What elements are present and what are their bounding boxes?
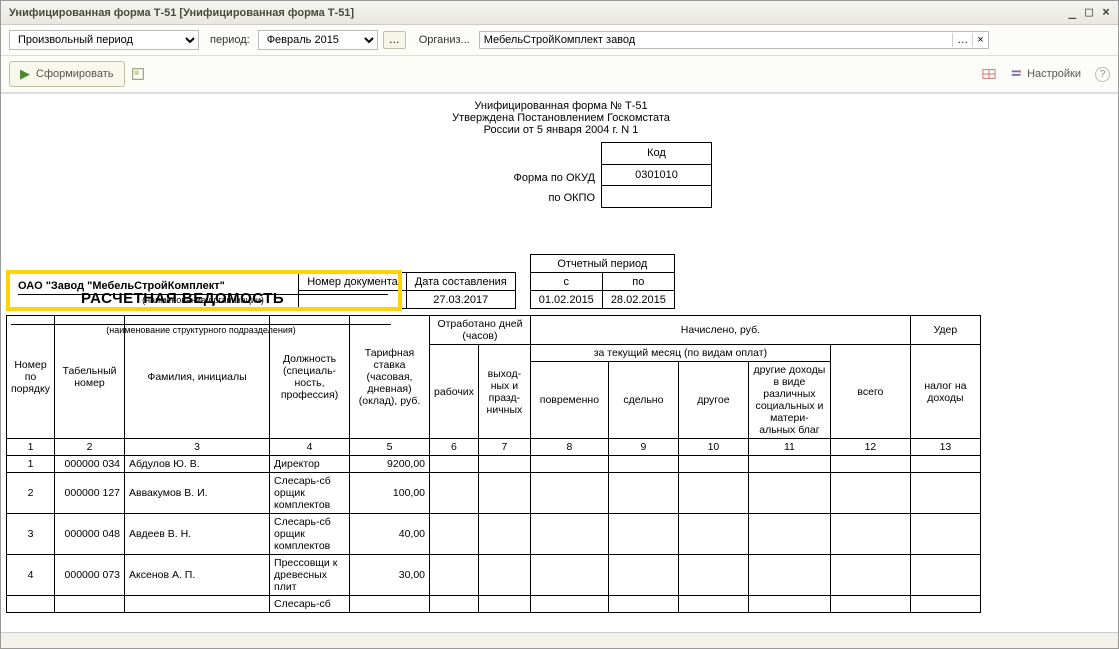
app-window: Унифицированная форма Т-51 [Унифицирован…	[0, 0, 1119, 649]
struct-subdiv-label: (наименование структурного подразделения…	[11, 324, 391, 335]
org-block: ОАО "Завод "МебельСтройКомплект" (наимен…	[6, 270, 402, 335]
generate-button[interactable]: ▶ Сформировать	[9, 61, 125, 87]
window-controls: _ □ ×	[1062, 5, 1110, 20]
payroll-table: Номер по порядку Табельный номер Фамилия…	[6, 315, 981, 613]
settings-icon	[1010, 67, 1024, 81]
settings-link[interactable]: Настройки	[1010, 67, 1081, 81]
org-field[interactable]: … ×	[479, 31, 989, 49]
org-highlight: ОАО "Завод "МебельСтройКомплект" (наимен…	[6, 270, 402, 311]
table-row[interactable]: 3000000 048Авдеев В. Н.Слесарь-сб орщик …	[7, 514, 981, 555]
restore-button[interactable]: □	[1085, 5, 1093, 20]
titlebar: Унифицированная форма Т-51 [Унифицирован…	[1, 1, 1118, 25]
table-row[interactable]: 2000000 127Аввакумов В. И.Слесарь-сб орщ…	[7, 473, 981, 514]
period-picker-button[interactable]: …	[383, 31, 406, 49]
help-button[interactable]: ?	[1095, 67, 1110, 82]
table-row[interactable]: Слесарь-сб	[7, 596, 981, 613]
table-row[interactable]: 4000000 073Аксенов А. П.Прессовщи к древ…	[7, 555, 981, 596]
report-viewport[interactable]: Унифицированная форма № Т-51 Утверждена …	[1, 93, 1118, 632]
org-clear-button[interactable]: ×	[972, 33, 987, 47]
table-icon	[982, 67, 996, 81]
filter-toolbar: Произвольный период период: Февраль 2015…	[1, 25, 1118, 56]
table-row[interactable]: 1000000 034Абдулов Ю. В.Директор9200,00	[7, 456, 981, 473]
org-label: Организ...	[419, 34, 470, 46]
period-type-select[interactable]: Произвольный период	[9, 30, 199, 50]
okud-block: Форма по ОКУД по ОКПО Код 0301010	[421, 142, 1118, 208]
period-label: период:	[210, 34, 250, 46]
close-button[interactable]: ×	[1102, 5, 1110, 20]
action-toolbar: ▶ Сформировать Настройки ?	[1, 56, 1118, 93]
form-header-block: Унифицированная форма № Т-51 Утверждена …	[421, 100, 701, 136]
statusbar	[1, 632, 1118, 648]
print-preview-button[interactable]	[131, 67, 145, 81]
org-lookup-button[interactable]: …	[952, 33, 972, 47]
minimize-button[interactable]: _	[1068, 5, 1076, 20]
window-title: Унифицированная форма Т-51 [Унифицирован…	[9, 7, 354, 19]
org-name: ОАО "Завод "МебельСтройКомплект"	[18, 280, 388, 295]
table-view-button[interactable]	[982, 67, 996, 81]
period-month-select[interactable]: Февраль 2015	[258, 30, 378, 50]
play-icon: ▶	[20, 66, 30, 82]
report-period-table: Отчетный период спо 01.02.201528.02.2015	[530, 254, 675, 309]
org-input[interactable]	[480, 32, 953, 48]
preview-icon	[131, 67, 145, 81]
